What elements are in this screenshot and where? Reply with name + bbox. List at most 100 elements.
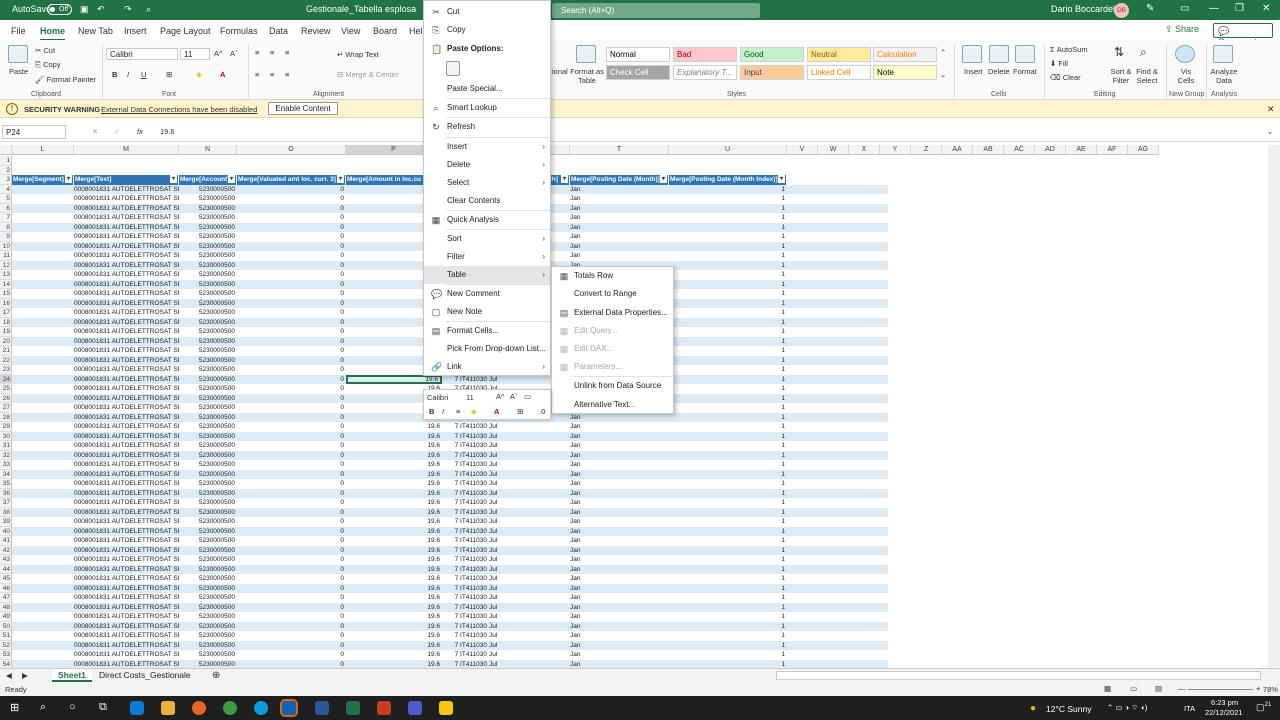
column-header-ab[interactable]: AB bbox=[973, 145, 1004, 155]
bold-icon[interactable]: B bbox=[429, 407, 434, 416]
menu-item-clear-contents[interactable]: Clear Contents bbox=[424, 192, 550, 210]
prev-sheet-icon[interactable]: ◀ bbox=[6, 671, 12, 680]
file-explorer-icon[interactable] bbox=[161, 701, 175, 715]
cell-n[interactable]: 5230000500 bbox=[179, 204, 237, 214]
cell-r[interactable]: 7 IT411030 bbox=[418, 612, 489, 622]
cell-u[interactable]: 1 bbox=[669, 536, 787, 546]
outlook-icon[interactable] bbox=[280, 699, 298, 717]
cell-t[interactable]: Jan bbox=[570, 213, 669, 223]
cell-o[interactable]: 0 bbox=[237, 251, 346, 261]
cell-u[interactable]: 1 bbox=[669, 261, 787, 271]
menu-item-format-cells[interactable]: ▤ Format Cells... bbox=[424, 322, 550, 340]
row-header[interactable]: 45 bbox=[0, 574, 12, 584]
cell-s[interactable]: Jul bbox=[489, 546, 570, 556]
cell-n[interactable]: 5230000500 bbox=[179, 356, 237, 366]
increase-decimal-icon[interactable]: .0 bbox=[539, 407, 545, 416]
cell-u[interactable]: 1 bbox=[669, 375, 787, 385]
horizontal-scrollbar[interactable] bbox=[776, 671, 1261, 680]
copy-button[interactable]: ⎘ Copy bbox=[35, 60, 61, 70]
cell-n[interactable]: 5230000500 bbox=[179, 403, 237, 413]
tab-file[interactable]: File bbox=[11, 26, 26, 36]
column-header-ac[interactable]: AC bbox=[1004, 145, 1035, 155]
cell-t[interactable]: Jan bbox=[570, 603, 669, 613]
tab-page-layout[interactable]: Page Layout bbox=[160, 26, 211, 36]
cell-s[interactable]: Jul bbox=[489, 565, 570, 575]
cell-o[interactable]: 0 bbox=[237, 223, 346, 233]
cell-o[interactable]: 0 bbox=[237, 289, 346, 299]
cell-o[interactable]: 0 bbox=[237, 280, 346, 290]
cell-m[interactable]: 0008001831 AUTOELETTROSAT SRL bbox=[74, 536, 179, 546]
cell-s[interactable]: Jul bbox=[489, 441, 570, 451]
insert-cells-icon[interactable] bbox=[962, 45, 982, 63]
cell-m[interactable]: 0008001831 AUTOELETTROSAT SRL bbox=[74, 384, 179, 394]
cell-t[interactable]: Jan bbox=[570, 432, 669, 442]
row-header[interactable]: 11 bbox=[0, 251, 12, 261]
ribbon-display-icon[interactable]: ▭ bbox=[1180, 3, 1189, 14]
enter-icon[interactable]: ✓ bbox=[114, 127, 120, 136]
submenu-unlink[interactable]: Unlink from Data Source bbox=[552, 377, 673, 395]
cell-n[interactable]: 5230000500 bbox=[179, 223, 237, 233]
clear-button[interactable]: ⌫ Clear bbox=[1050, 73, 1081, 82]
save-icon[interactable]: ▣ bbox=[80, 4, 89, 15]
cell-m[interactable]: 0008001831 AUTOELETTROSAT SRL bbox=[74, 251, 179, 261]
cell-m[interactable]: 0008001831 AUTOELETTROSAT SRL bbox=[74, 565, 179, 575]
format-cells-button[interactable]: Format bbox=[1013, 67, 1037, 76]
cell-u[interactable]: 1 bbox=[669, 413, 787, 423]
row-header[interactable]: 2 bbox=[0, 165, 12, 175]
row-header[interactable]: 3 bbox=[0, 175, 12, 185]
cell-u[interactable]: 1 bbox=[669, 546, 787, 556]
page-break-icon[interactable]: ▤ bbox=[1155, 684, 1162, 693]
menu-item-sort[interactable]: Sort › bbox=[424, 230, 550, 248]
cell-u[interactable]: 1 bbox=[669, 204, 787, 214]
tab-home[interactable]: Home bbox=[40, 26, 66, 41]
chrome-icon[interactable] bbox=[223, 701, 237, 715]
cell-o[interactable]: 0 bbox=[237, 650, 346, 660]
cell-r[interactable]: 7 IT411030 bbox=[418, 622, 489, 632]
cell-s[interactable]: Jul bbox=[489, 622, 570, 632]
cell-o[interactable]: 0 bbox=[237, 536, 346, 546]
cell-u[interactable]: 1 bbox=[669, 308, 787, 318]
cell-m[interactable]: 0008001831 AUTOELETTROSAT SRL bbox=[74, 270, 179, 280]
pen-icon[interactable]: ✎ bbox=[1146, 3, 1154, 14]
cell-t[interactable]: Jan bbox=[570, 185, 669, 195]
cell-u[interactable]: 1 bbox=[669, 612, 787, 622]
paste-clipboard-icon[interactable] bbox=[446, 61, 460, 76]
cell-r[interactable]: 7 IT411030 bbox=[418, 470, 489, 480]
align-top-icon[interactable]: ≡ bbox=[255, 48, 259, 57]
cell-o[interactable]: 0 bbox=[237, 508, 346, 518]
cell-t[interactable]: Jan bbox=[570, 565, 669, 575]
align-center-icon[interactable]: ≡ bbox=[456, 407, 460, 416]
row-header[interactable]: 20 bbox=[0, 336, 12, 346]
cell-n[interactable]: 5230000500 bbox=[179, 213, 237, 223]
cell-n[interactable]: 5230000500 bbox=[179, 261, 237, 271]
align-right-icon[interactable]: ≡ bbox=[285, 70, 289, 79]
tab-view[interactable]: View bbox=[341, 26, 360, 36]
cell-t[interactable]: Jan bbox=[570, 622, 669, 632]
table-header-u[interactable]: Merge[Posting Date (Month Index)] bbox=[669, 175, 787, 185]
menu-item-filter[interactable]: Filter › bbox=[424, 248, 550, 266]
tab-help[interactable]: Hel bbox=[409, 26, 423, 36]
cell-n[interactable]: 5230000500 bbox=[179, 565, 237, 575]
cell-u[interactable]: 1 bbox=[669, 574, 787, 584]
row-header[interactable]: 34 bbox=[0, 469, 12, 479]
cell-m[interactable]: 0008001831 AUTOELETTROSAT SRL bbox=[74, 489, 179, 499]
search-input[interactable]: Search (Alt+Q) bbox=[561, 6, 614, 15]
cell-r[interactable]: 7 IT411030 bbox=[418, 546, 489, 556]
cell-s[interactable]: Jul bbox=[489, 498, 570, 508]
row-header[interactable]: 31 bbox=[0, 441, 12, 451]
cell-m[interactable]: 0008001831 AUTOELETTROSAT SRL bbox=[74, 403, 179, 413]
cell-r[interactable]: 7 IT411030 bbox=[418, 584, 489, 594]
cell-o[interactable]: 0 bbox=[237, 574, 346, 584]
column-header-y[interactable]: Y bbox=[880, 145, 911, 155]
cell-u[interactable]: 1 bbox=[669, 337, 787, 347]
cell-n[interactable]: 5230000500 bbox=[179, 593, 237, 603]
cell-m[interactable]: 0008001831 AUTOELETTROSAT SRL bbox=[74, 479, 179, 489]
delete-cells-icon[interactable] bbox=[989, 45, 1009, 63]
expand-formula-icon[interactable]: ⌄ bbox=[1267, 127, 1273, 136]
cell-r[interactable]: 7 IT411030 bbox=[418, 489, 489, 499]
cell-u[interactable]: 1 bbox=[669, 232, 787, 242]
row-header[interactable]: 35 bbox=[0, 479, 12, 489]
row-header[interactable]: 15 bbox=[0, 289, 12, 299]
zoom-in-icon[interactable]: + bbox=[1256, 684, 1260, 693]
cell-n[interactable]: 5230000500 bbox=[179, 185, 237, 195]
